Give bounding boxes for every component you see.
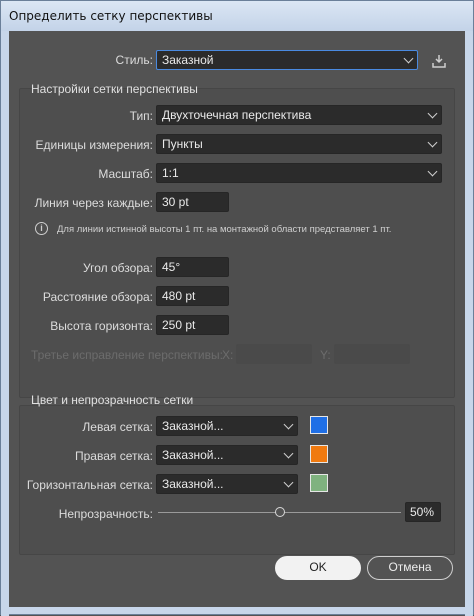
type-select[interactable]: Двухточечная перспектива [156,105,442,125]
units-select-value: Пункты [162,137,203,151]
window-title: Определить сетку перспективы [1,1,473,31]
opacity-slider-thumb[interactable] [274,507,285,517]
third-vp-label: Третье исправление перспективы: [31,348,223,362]
horizontal-grid-color-swatch[interactable] [310,474,328,492]
type-label: Тип: [129,109,153,123]
scale-label: Масштаб: [98,167,153,181]
right-grid-label: Правая сетка: [74,449,153,463]
window-frame-bottom [1,606,473,614]
view-angle-label: Угол обзора: [83,261,153,275]
chevron-down-icon [427,137,438,148]
left-grid-select-value: Заказной... [162,419,224,433]
horizontal-grid-select[interactable]: Заказной... [156,474,298,494]
info-icon: i [35,222,48,235]
right-grid-color-swatch[interactable] [310,445,328,463]
gridline-label: Линия через каждые: [34,196,153,210]
view-distance-label: Расстояние обзора: [42,290,153,304]
scale-select[interactable]: 1:1 [156,163,442,183]
third-vp-x-label: X: [222,348,234,362]
right-grid-select-value: Заказной... [162,448,224,462]
third-vp-y-label: Y: [320,348,331,362]
horizon-height-field[interactable]: 250 pt [156,315,229,335]
cancel-button[interactable]: Отмена [367,556,453,580]
horizontal-grid-select-value: Заказной... [162,477,224,491]
chevron-down-icon [283,448,294,459]
opacity-label: Непрозрачность: [58,507,153,521]
window-frame-left [1,31,9,616]
view-angle-field[interactable]: 45° [156,257,229,277]
info-text: Для линии истинной высоты 1 пт. на монта… [57,224,392,235]
grid-color-title: Цвет и непрозрачность сетки [31,393,194,407]
units-select[interactable]: Пункты [156,134,442,154]
view-distance-field[interactable]: 480 pt [156,286,229,306]
grid-settings-title: Настройки сетки перспективы [31,82,198,96]
style-select-value: Заказной [162,53,214,67]
left-grid-label: Левая сетка: [82,420,153,434]
window-frame-right [465,31,473,616]
type-select-value: Двухточечная перспектива [162,108,312,122]
dialog-window: Определить сетку перспективы Стиль: Зака… [0,0,474,616]
style-label: Стиль: [115,53,153,67]
horizontal-grid-label: Горизонтальная сетка: [26,478,153,492]
dialog-body: Стиль: Заказной Настройки сетки перспект… [9,31,465,607]
chevron-down-icon [427,108,438,119]
chevron-down-icon [403,53,414,64]
right-grid-select[interactable]: Заказной... [156,445,298,465]
opacity-field[interactable]: 50% [405,502,441,522]
ok-button[interactable]: OK [275,556,361,580]
left-grid-select[interactable]: Заказной... [156,416,298,436]
third-vp-x-field[interactable] [236,344,312,364]
units-label: Единицы измерения: [35,138,153,152]
horizon-height-label: Высота горизонта: [50,319,153,333]
scale-select-value: 1:1 [162,166,179,180]
third-vp-y-field[interactable] [334,344,410,364]
style-select[interactable]: Заказной [156,50,418,70]
gridline-field[interactable]: 30 pt [156,192,229,212]
save-preset-icon[interactable] [432,54,446,68]
chevron-down-icon [427,166,438,177]
left-grid-color-swatch[interactable] [310,416,328,434]
chevron-down-icon [283,419,294,430]
chevron-down-icon [283,477,294,488]
